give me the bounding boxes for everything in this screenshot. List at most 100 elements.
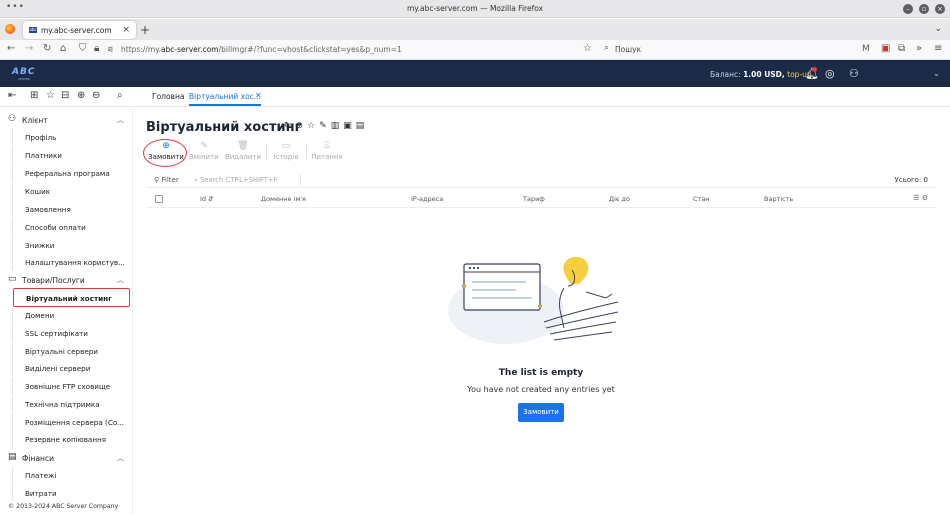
sidebar-section-finance[interactable]: ▤ Фінанси ︿ — [8, 452, 128, 466]
reload-icon[interactable]: ↻ — [43, 43, 51, 54]
gmail-icon[interactable]: M — [862, 44, 870, 54]
collapse-menu-icon[interactable]: ⇤ — [8, 90, 16, 101]
edit-button[interactable]: ✎ Змінити — [184, 141, 224, 161]
edit-pencil-icon: ✎ — [200, 141, 208, 151]
hamburger-menu-icon[interactable]: ≡ — [934, 43, 942, 54]
cart-icon[interactable]: ⊟ — [61, 90, 69, 101]
remove-circle-icon[interactable]: ⊖ — [92, 90, 100, 101]
abc-server-logo[interactable]: ABC SERVER — [12, 67, 42, 81]
empty-order-button[interactable]: Замовити — [518, 403, 564, 422]
browser-tab[interactable]: abc my.abc-server.com × — [23, 21, 136, 39]
column-domain[interactable]: Доменне ім'я — [261, 195, 306, 203]
trash-icon: 🗑︎ — [237, 141, 249, 151]
copyright: © 2013-2024 ABC Server Company — [8, 503, 119, 510]
favorite-star-icon[interactable]: ☆ — [307, 121, 319, 131]
tab-title: my.abc-server.com — [41, 26, 112, 35]
minimize-icon[interactable]: – — [903, 4, 913, 14]
home-icon[interactable]: ⌂ — [60, 43, 66, 54]
sidebar-item-ssl[interactable]: SSL сертифікати — [12, 325, 128, 341]
empty-list-illustration — [448, 256, 619, 344]
extension-icon[interactable]: ▣ — [881, 43, 890, 54]
browser-search-box[interactable]: ⌕ Пошук — [598, 43, 848, 57]
back-icon[interactable]: ← — [7, 43, 15, 54]
browser-search-placeholder: Пошук — [615, 45, 642, 54]
print-icon[interactable]: ▤ — [356, 121, 369, 131]
search-icon[interactable]: ⌕ — [117, 90, 123, 101]
highlight-circle — [143, 139, 187, 167]
maximize-icon[interactable]: ▫ — [919, 4, 929, 14]
close-window-icon[interactable]: × — [935, 4, 945, 14]
column-settings-icon[interactable]: ☰ ⚙ — [913, 194, 928, 202]
empty-list-title: The list is empty — [498, 368, 584, 378]
tab-virtual-hosting[interactable]: Віртуальний хос... — [189, 92, 261, 106]
sidebar-item-virtual-hosting[interactable]: Віртуальний хостинг — [13, 288, 130, 307]
lock-icon[interactable]: 🔒︎ — [94, 43, 99, 54]
sidebar-section-products[interactable]: ▭ Товари/Послуги ︿ — [8, 274, 128, 288]
questions-button[interactable]: ⍓ Питання — [307, 141, 347, 161]
add-circle-icon[interactable]: ⊕ — [77, 90, 85, 101]
filter-row: ⚲ Filter ⌕ Search CTRL+SHIFT+F Усього: 0 — [146, 172, 936, 188]
user-icon: ⚇ — [8, 114, 17, 124]
list-tabs-icon[interactable]: ⌄ — [934, 24, 942, 34]
window-title: my.abc-server.com — Mozilla Firefox — [406, 4, 544, 13]
close-tab-icon[interactable]: × — [122, 25, 130, 35]
sidebar-section-client[interactable]: ⚇ Клієнт ︿ — [8, 114, 128, 128]
column-status[interactable]: Стан — [693, 195, 710, 203]
extensions-puzzle-icon[interactable]: ⧉ — [898, 43, 905, 54]
filter-button[interactable]: ⚲ Filter — [154, 176, 179, 184]
chevron-up-icon: ︿ — [117, 276, 124, 284]
support-headset-icon[interactable]: ◎ — [825, 67, 835, 80]
navigation-bar: ← → ↻ ⌂ ⛉ 🔒︎ ⚟ https://my.abc-server.com… — [0, 40, 950, 60]
empty-list-subtitle: You have not created any entries yet — [467, 385, 615, 394]
delete-button[interactable]: 🗑︎ Видалити — [223, 141, 263, 161]
question-icon: ⍓ — [324, 141, 330, 151]
column-price[interactable]: Вартість — [764, 195, 793, 203]
sidebar-item-orders[interactable]: Замовлення — [12, 201, 128, 217]
url-bar[interactable]: https://my.abc-server.com/billmgr#/?func… — [121, 45, 402, 54]
sidebar-item-referral[interactable]: Реферальна програма — [12, 165, 128, 181]
overflow-chevron-icon[interactable]: » — [916, 43, 922, 54]
sidebar-item-support[interactable]: Технічна підтримка — [12, 396, 128, 412]
export-icon[interactable]: ▣ — [343, 121, 356, 131]
sidebar-item-discounts[interactable]: Знижки — [12, 237, 128, 253]
table-search-input[interactable]: ⌕ Search CTRL+SHIFT+F — [194, 176, 278, 185]
forward-icon[interactable]: → — [25, 43, 33, 54]
notification-badge — [812, 67, 817, 72]
firefox-icon — [5, 24, 15, 34]
sidebar: ⚇ Клієнт ︿ Профіль Платники Реферальна п… — [0, 108, 133, 515]
column-ip[interactable]: IP-адреса — [411, 195, 443, 203]
search-icon: ⌕ — [604, 43, 610, 53]
account-chevron-down-icon[interactable]: ⌄ — [933, 69, 940, 78]
sidebar-item-user-settings[interactable]: Налаштування користув... — [12, 254, 128, 270]
tab-home[interactable]: Головна — [152, 92, 184, 101]
sidebar-item-payment-methods[interactable]: Способи оплати — [12, 219, 128, 235]
globe-icon[interactable]: ⊕ — [296, 121, 308, 131]
sidebar-item-domains[interactable]: Домени — [12, 307, 128, 323]
pin-icon[interactable]: ✎ — [319, 121, 331, 131]
sidebar-item-dedicated[interactable]: Виділені сервери — [12, 360, 128, 376]
shield-icon[interactable]: ⛉ — [79, 43, 87, 54]
close-tab-icon[interactable]: ✕ — [255, 91, 262, 100]
sidebar-item-backup[interactable]: Резервне копіювання — [12, 431, 128, 447]
sitemap-icon[interactable]: ⊞ — [30, 90, 38, 101]
new-tab-icon[interactable]: + — [140, 23, 150, 37]
permissions-icon[interactable]: ⚟ — [107, 45, 114, 54]
favorites-star-icon[interactable]: ☆ — [46, 90, 55, 101]
column-valid-until[interactable]: Діє до — [609, 195, 630, 203]
user-account-icon[interactable]: ⚇ — [849, 67, 859, 80]
sidebar-item-profile[interactable]: Профіль — [12, 129, 128, 145]
history-button[interactable]: ▭ Історія — [266, 141, 306, 161]
sidebar-item-cart[interactable]: Кошик — [12, 183, 128, 199]
column-id[interactable]: Id ⇵ — [200, 195, 214, 203]
columns-icon[interactable]: ▥ — [331, 121, 344, 131]
sidebar-item-expenses[interactable]: Витрати — [12, 485, 128, 501]
sidebar-item-payments[interactable]: Платежі — [12, 467, 128, 483]
refresh-icon[interactable]: ↻ — [284, 121, 296, 131]
select-all-checkbox[interactable] — [155, 195, 163, 203]
sidebar-item-ftp-storage[interactable]: Зовнішнє FTP сховище — [12, 378, 128, 394]
sidebar-item-colocation[interactable]: Розміщення сервера (Co... — [12, 414, 128, 430]
sidebar-item-vps[interactable]: Віртуальні сервери — [12, 343, 128, 359]
bookmark-star-icon[interactable]: ☆ — [583, 43, 592, 54]
column-tariff[interactable]: Тариф — [523, 195, 545, 203]
sidebar-item-payers[interactable]: Платники — [12, 147, 128, 163]
